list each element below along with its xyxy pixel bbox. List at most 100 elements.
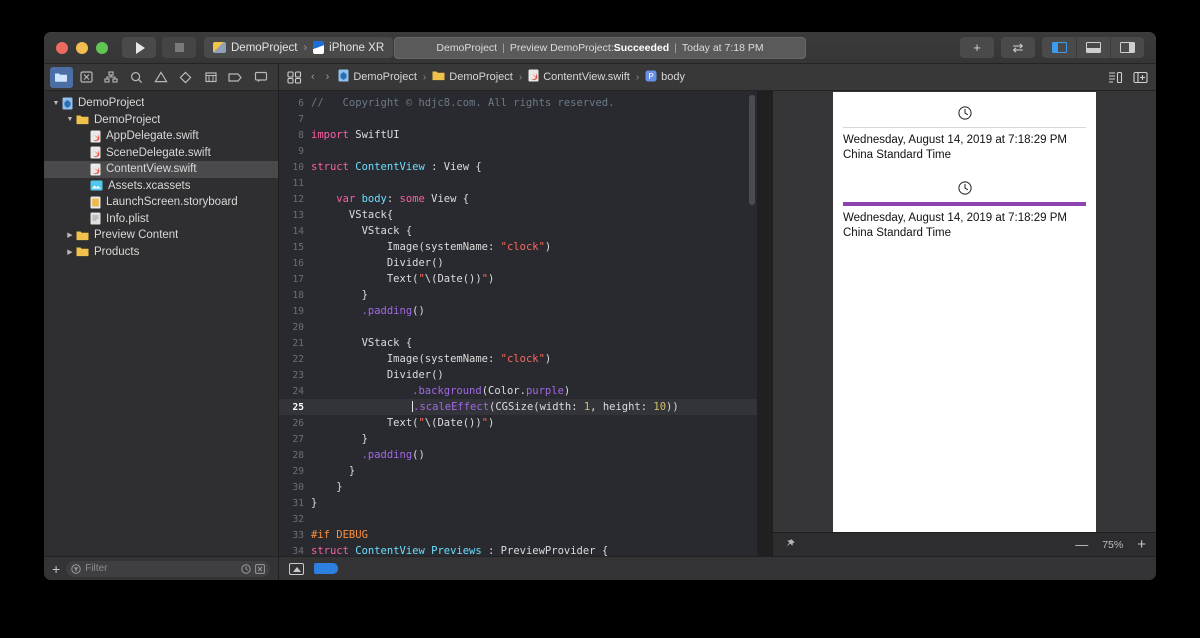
code-line[interactable]: 24 .background(Color.purple) <box>279 383 757 399</box>
swap-editor-button[interactable]: ⇄ <box>1001 37 1035 58</box>
breadcrumb: ‹ › DemoProject › DemoProject › ContentView.… <box>279 64 1156 91</box>
breadcrumb-item[interactable]: DemoProject <box>432 70 513 84</box>
editor-scrollbar[interactable] <box>749 95 755 205</box>
code-line[interactable]: 10 struct ContentView : View { <box>279 159 757 175</box>
sidebar-item-source-control-navigator[interactable] <box>75 67 98 88</box>
code-line[interactable]: 27 } <box>279 431 757 447</box>
editor-column: ‹ › DemoProject › DemoProject › ContentView.… <box>279 64 1156 580</box>
minimize-window-button[interactable] <box>76 41 88 54</box>
breadcrumb-item[interactable]: ContentView.swift <box>528 69 630 85</box>
list-item[interactable]: ▼ DemoProject <box>44 95 278 112</box>
close-window-button[interactable] <box>56 41 68 54</box>
code-line[interactable]: 15 Image(systemName: "clock") <box>279 239 757 255</box>
code-line[interactable]: 19 .padding() <box>279 303 757 319</box>
code-line[interactable]: 9 <box>279 143 757 159</box>
clock-icon <box>843 106 1086 120</box>
filter-input[interactable]: Filter <box>66 560 270 577</box>
code-line[interactable]: 30 } <box>279 479 757 495</box>
code-line[interactable]: 16 Divider() <box>279 255 757 271</box>
list-item[interactable]: ▼ DemoProject <box>44 112 278 129</box>
breakpoint-icon[interactable] <box>314 563 338 574</box>
forward-button[interactable]: › <box>324 71 332 83</box>
breadcrumb-separator: › <box>422 71 427 83</box>
code-line[interactable]: 25 .scaleEffect(CGSize(width: 1, height:… <box>279 399 757 415</box>
assistant-icon[interactable] <box>289 562 304 575</box>
chevron-down-icon[interactable]: ▼ <box>50 100 62 107</box>
source-code-editor[interactable]: 6 // Copyright © hdjc8.com. All rights re… <box>279 91 757 556</box>
code-line[interactable]: 23 Divider() <box>279 367 757 383</box>
zoom-in-button[interactable]: + <box>1137 536 1146 553</box>
list-item[interactable]: ▶ Products <box>44 244 278 261</box>
sidebar-item-issue-navigator[interactable] <box>150 67 173 88</box>
toggle-navigator-button[interactable] <box>1042 37 1076 58</box>
breadcrumb-item-label: DemoProject <box>353 71 417 83</box>
back-button[interactable]: ‹ <box>309 71 317 83</box>
code-line[interactable]: 7 <box>279 111 757 127</box>
code-line[interactable]: 29 } <box>279 463 757 479</box>
sidebar-item-report-navigator[interactable] <box>249 67 272 88</box>
list-item-label: Info.plist <box>106 212 149 225</box>
navigator-footer: + Filter <box>44 556 278 580</box>
code-line[interactable]: 33 #if DEBUG <box>279 527 757 543</box>
list-item[interactable]: Info.plist <box>44 211 278 228</box>
toggle-inspector-button[interactable] <box>1110 37 1144 58</box>
code-line[interactable]: 17 Text("\(Date())") <box>279 271 757 287</box>
toggle-debug-area-button[interactable] <box>1076 37 1110 58</box>
code-line[interactable]: 13 VStack{ <box>279 207 757 223</box>
code-line[interactable]: 28 .padding() <box>279 447 757 463</box>
breadcrumb-item[interactable]: DemoProject <box>338 69 417 85</box>
sidebar-item-debug-navigator[interactable] <box>199 67 222 88</box>
code-text: VStack { <box>311 225 413 237</box>
preview-device[interactable]: Wednesday, August 14, 2019 at 7:18:29 PM… <box>833 92 1096 532</box>
breadcrumb-item[interactable]: Pbody <box>645 70 685 85</box>
folder-icon <box>432 70 445 84</box>
code-line[interactable]: 26 Text("\(Date())") <box>279 415 757 431</box>
list-item[interactable]: ContentView.swift <box>44 161 278 178</box>
sidebar-item-symbol-navigator[interactable] <box>100 67 123 88</box>
scheme-project-label: DemoProject <box>231 41 298 54</box>
grid-icon[interactable] <box>287 70 302 84</box>
breadcrumb-separator: › <box>518 71 523 83</box>
breadcrumb-separator: › <box>635 71 640 83</box>
left-panel-icon <box>1051 42 1067 53</box>
sidebar-item-project-navigator[interactable] <box>50 66 73 88</box>
chevron-down-icon[interactable]: ▼ <box>64 116 76 123</box>
minimap-icon[interactable] <box>1108 71 1123 84</box>
code-line[interactable]: 22 Image(systemName: "clock") <box>279 351 757 367</box>
code-line[interactable]: 32 <box>279 511 757 527</box>
code-line[interactable]: 18 } <box>279 287 757 303</box>
chevron-right-icon[interactable]: ▶ <box>64 248 76 256</box>
code-line[interactable]: 21 VStack { <box>279 335 757 351</box>
list-item[interactable]: LaunchScreen.storyboard <box>44 194 278 211</box>
line-number: 17 <box>292 273 304 285</box>
code-line[interactable]: 31} <box>279 495 757 511</box>
list-item-label: DemoProject <box>94 113 161 126</box>
zoom-out-button[interactable]: — <box>1075 537 1088 552</box>
run-button[interactable] <box>122 37 156 58</box>
pin-icon[interactable] <box>783 538 796 551</box>
code-line[interactable]: 6 // Copyright © hdjc8.com. All rights re… <box>279 95 757 111</box>
assets-icon <box>90 180 103 191</box>
code-line[interactable]: 14 VStack { <box>279 223 757 239</box>
status-bar[interactable]: DemoProject | Preview DemoProject: Succe… <box>394 36 806 59</box>
stop-button[interactable] <box>162 37 196 58</box>
sidebar-item-test-navigator[interactable] <box>174 67 197 88</box>
sidebar-item-find-navigator[interactable] <box>125 67 148 88</box>
list-item[interactable]: AppDelegate.swift <box>44 128 278 145</box>
code-line[interactable]: 34 struct ContentView_Previews : PreviewP… <box>279 543 757 556</box>
code-line[interactable]: 12 var body: some View { <box>279 191 757 207</box>
add-file-button[interactable]: + <box>52 562 60 576</box>
scheme-selector[interactable]: DemoProject › iPhone XR <box>204 37 394 58</box>
sidebar-item-breakpoint-navigator[interactable] <box>224 67 247 88</box>
add-editor-on-right-icon[interactable] <box>1133 71 1148 84</box>
list-item[interactable]: SceneDelegate.swift <box>44 145 278 162</box>
code-line[interactable]: 20 <box>279 319 757 335</box>
line-number: 7 <box>298 113 304 125</box>
list-item[interactable]: ▶ Preview Content <box>44 227 278 244</box>
chevron-right-icon[interactable]: ▶ <box>64 231 76 239</box>
list-item[interactable]: Assets.xcassets <box>44 178 278 195</box>
add-editor-button[interactable]: + <box>960 37 994 58</box>
code-line[interactable]: 8 import SwiftUI <box>279 127 757 143</box>
code-line[interactable]: 11 <box>279 175 757 191</box>
zoom-window-button[interactable] <box>96 41 108 54</box>
